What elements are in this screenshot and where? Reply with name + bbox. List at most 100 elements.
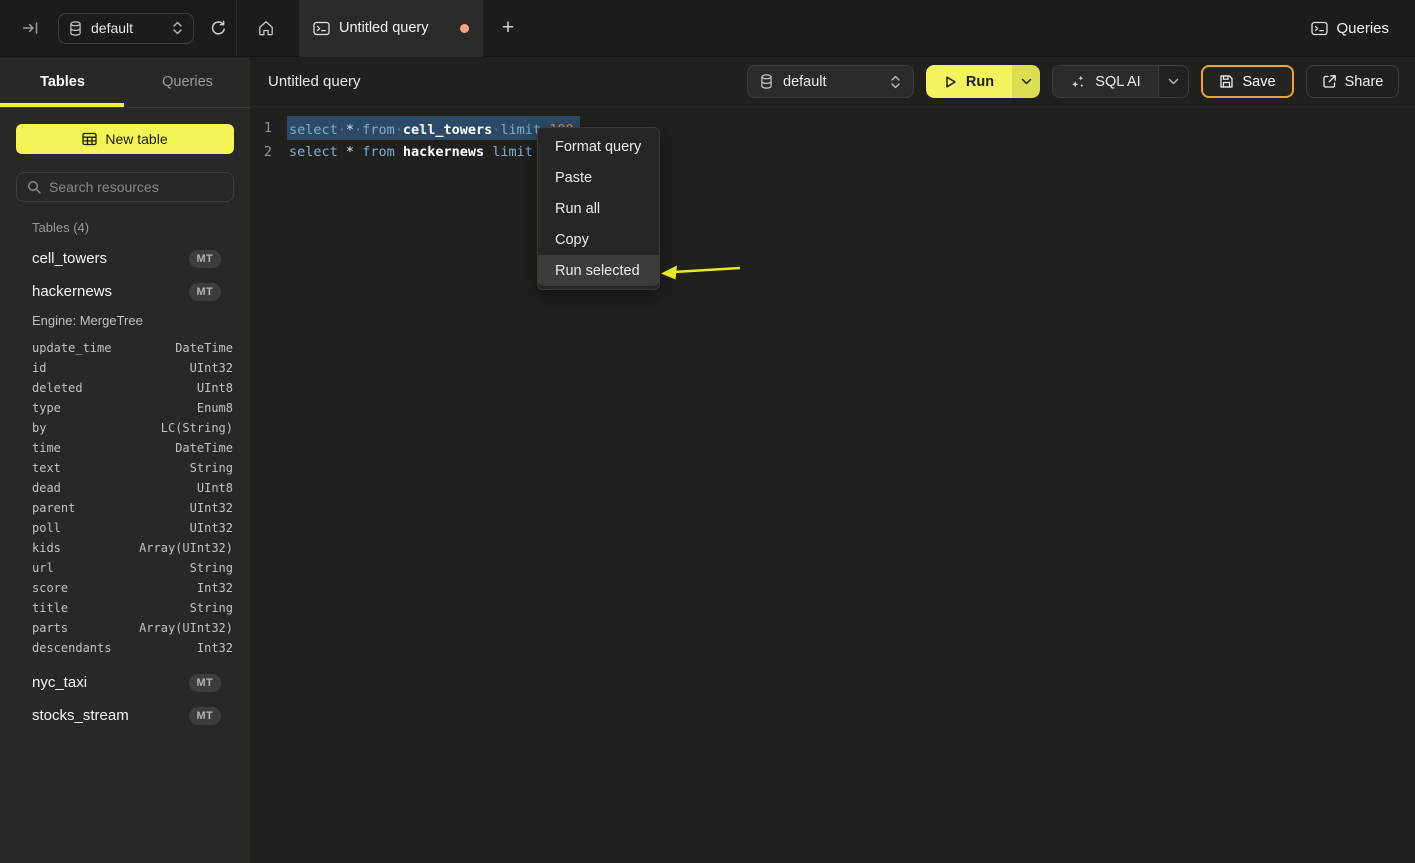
table-name: cell_towers bbox=[32, 250, 107, 267]
column-name: descendants bbox=[32, 641, 111, 655]
selected-code-text: select·*·from·cell_towers·limit·100 bbox=[287, 116, 580, 140]
column-row: byLC(String) bbox=[16, 418, 234, 438]
column-name: dead bbox=[32, 481, 61, 495]
column-name: parent bbox=[32, 501, 75, 515]
column-type: String bbox=[190, 561, 233, 575]
database-selector-value: default bbox=[91, 20, 163, 36]
editor-header: Untitled query default bbox=[250, 57, 1415, 107]
menu-item-paste[interactable]: Paste bbox=[538, 162, 659, 193]
search-input[interactable] bbox=[49, 179, 230, 195]
run-options-button[interactable] bbox=[1012, 65, 1040, 98]
column-type: Array(UInt32) bbox=[139, 541, 233, 555]
table-row-nyc_taxi[interactable]: nyc_taxiMT bbox=[16, 666, 234, 699]
database-selector[interactable]: default bbox=[58, 13, 194, 44]
sidebar-tab-tables[interactable]: Tables bbox=[0, 57, 125, 107]
sql-editor[interactable]: 1select·*·from·cell_towers·limit·1002 sel… bbox=[250, 107, 1415, 863]
tab-untitled-query[interactable]: Untitled query bbox=[299, 0, 483, 57]
new-table-button[interactable]: New table bbox=[16, 124, 234, 154]
table-engine-label: Engine: MergeTree bbox=[16, 310, 234, 330]
app: default Untitled query + Querie bbox=[0, 0, 1415, 863]
annotation-arrow bbox=[658, 256, 750, 288]
database-icon bbox=[760, 74, 773, 89]
column-row: time DateTime bbox=[16, 438, 234, 458]
sidebar: Tables Queries New table bbox=[0, 57, 250, 863]
engine-badge: MT bbox=[189, 250, 221, 268]
toolbar-database-selector[interactable]: default bbox=[747, 65, 914, 98]
table-row-hackernews[interactable]: hackernewsMT bbox=[16, 275, 234, 308]
queries-terminal-icon bbox=[1311, 21, 1328, 36]
menu-item-format-query[interactable]: Format query bbox=[538, 131, 659, 162]
sql-ai-button[interactable]: SQL AI bbox=[1053, 66, 1158, 97]
new-tab-button[interactable]: + bbox=[497, 16, 519, 40]
column-row: parts Array(UInt32) bbox=[16, 618, 234, 638]
engine-badge: MT bbox=[189, 674, 221, 692]
column-name: type bbox=[32, 401, 61, 415]
sql-ai-button-group: SQL AI bbox=[1052, 65, 1189, 98]
table-icon bbox=[82, 132, 97, 146]
topbar: default Untitled query + Querie bbox=[0, 0, 1415, 57]
sidebar-content: New table Tables (4) cell_towers MT hacker… bbox=[0, 108, 250, 732]
column-row: descendantsInt32 bbox=[16, 638, 234, 658]
column-row: parent UInt32 bbox=[16, 498, 234, 518]
column-type: UInt8 bbox=[197, 381, 233, 395]
code-line-2[interactable]: 2 select * from hackernews limit bbox=[250, 140, 1415, 164]
column-row: update_timeDateTime bbox=[16, 338, 234, 358]
save-button[interactable]: Save bbox=[1201, 65, 1294, 98]
column-name: update_time bbox=[32, 341, 111, 355]
column-type: String bbox=[190, 601, 233, 615]
chevron-updown-icon bbox=[890, 75, 901, 89]
editor-toolbar: default Run bbox=[747, 65, 1399, 98]
search-box bbox=[16, 172, 234, 202]
column-name: id bbox=[32, 361, 46, 375]
column-row: url String bbox=[16, 558, 234, 578]
column-name: kids bbox=[32, 541, 61, 555]
search-icon bbox=[27, 180, 41, 194]
tables-section-title: Tables (4) bbox=[16, 220, 234, 236]
code-text: select * from hackernews limit bbox=[289, 140, 533, 164]
column-name: parts bbox=[32, 621, 68, 635]
home-icon[interactable] bbox=[253, 19, 279, 37]
column-name: title bbox=[32, 601, 68, 615]
column-row: title String bbox=[16, 598, 234, 618]
share-button[interactable]: Share bbox=[1306, 65, 1399, 98]
column-name: deleted bbox=[32, 381, 83, 395]
run-button-group: Run bbox=[926, 65, 1040, 98]
context-menu: Format queryPasteRun allCopyRun selected bbox=[537, 127, 660, 290]
column-type: DateTime bbox=[175, 441, 233, 455]
chevron-updown-icon bbox=[172, 21, 183, 35]
column-name: by bbox=[32, 421, 46, 435]
share-icon bbox=[1322, 74, 1337, 89]
menu-item-run-all[interactable]: Run all bbox=[538, 193, 659, 224]
query-title: Untitled query bbox=[268, 73, 361, 90]
sidebar-tab-queries-label: Queries bbox=[162, 74, 213, 90]
menu-item-run-selected[interactable]: Run selected bbox=[538, 255, 659, 286]
main-panel: Untitled query default bbox=[250, 57, 1415, 863]
sidebar-tab-tables-label: Tables bbox=[40, 74, 85, 90]
column-name: time bbox=[32, 441, 61, 455]
column-row: kids Array(UInt32) bbox=[16, 538, 234, 558]
column-name: text bbox=[32, 461, 61, 475]
table-row-stocks_stream[interactable]: stocks_streamMT bbox=[16, 699, 234, 732]
sidebar-tabs: Tables Queries bbox=[0, 57, 250, 108]
collapse-sidebar-icon[interactable] bbox=[22, 20, 39, 36]
menu-item-copy[interactable]: Copy bbox=[538, 224, 659, 255]
new-table-label: New table bbox=[105, 131, 167, 147]
column-type: UInt32 bbox=[190, 501, 233, 515]
sql-ai-options-button[interactable] bbox=[1158, 66, 1188, 97]
sql-ai-label: SQL AI bbox=[1095, 74, 1140, 90]
column-name: url bbox=[32, 561, 54, 575]
line-number: 2 bbox=[250, 140, 272, 164]
column-type: String bbox=[190, 461, 233, 475]
code-line-1[interactable]: 1select·*·from·cell_towers·limit·100 bbox=[250, 116, 1415, 140]
table-row-cell_towers[interactable]: cell_towers MT bbox=[16, 242, 234, 275]
run-button[interactable]: Run bbox=[926, 65, 1012, 98]
toolbar-database-value: default bbox=[783, 74, 880, 90]
tab-label: Untitled query bbox=[339, 20, 451, 36]
sidebar-tab-queries[interactable]: Queries bbox=[125, 57, 250, 107]
column-row: deleted UInt8 bbox=[16, 378, 234, 398]
save-button-label: Save bbox=[1242, 74, 1275, 90]
queries-button[interactable]: Queries bbox=[1311, 20, 1389, 37]
column-type: Array(UInt32) bbox=[139, 621, 233, 635]
refresh-icon[interactable] bbox=[210, 20, 227, 37]
column-type: UInt32 bbox=[190, 361, 233, 375]
